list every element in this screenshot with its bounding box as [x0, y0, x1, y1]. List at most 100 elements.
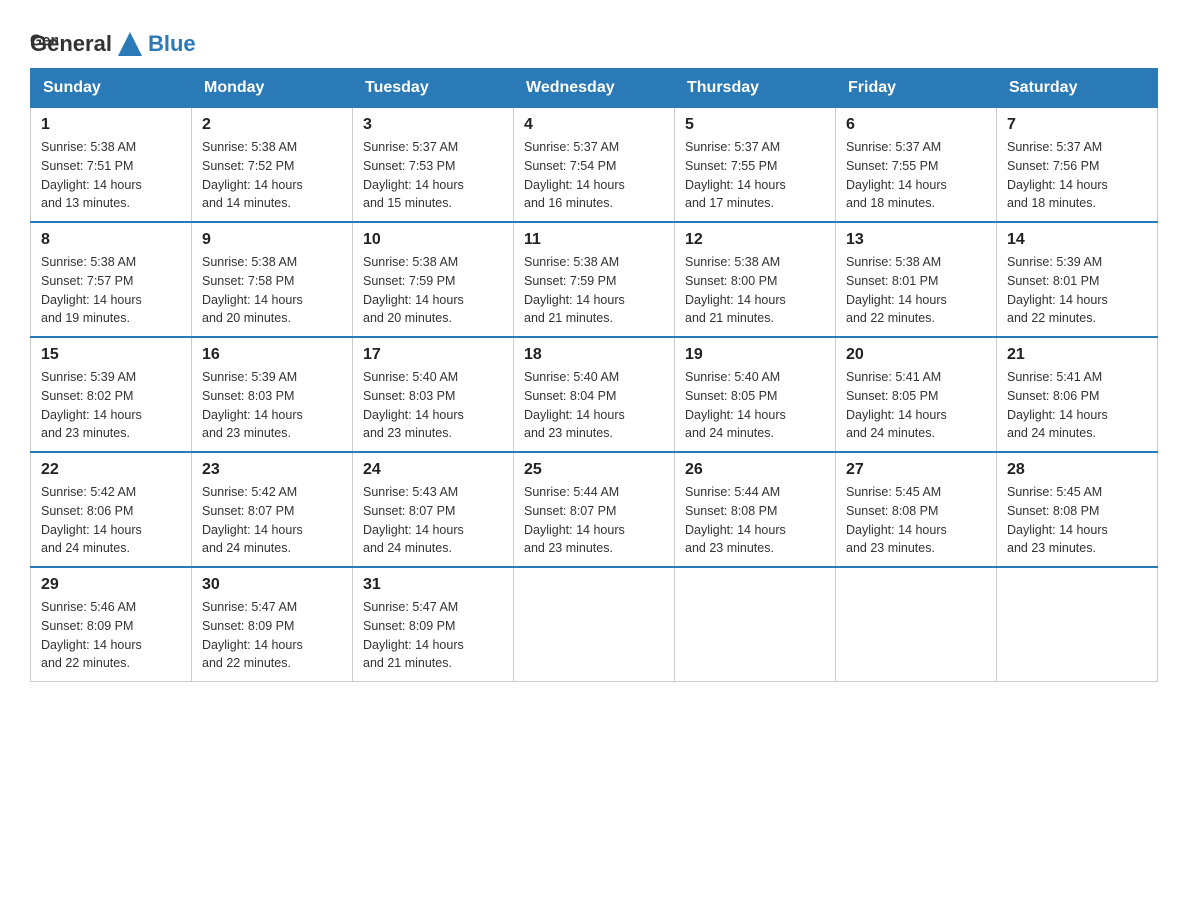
day-info: Sunrise: 5:38 AMSunset: 7:52 PMDaylight:… — [202, 138, 342, 213]
day-number: 18 — [524, 346, 664, 364]
calendar-cell: 8 Sunrise: 5:38 AMSunset: 7:57 PMDayligh… — [31, 222, 192, 337]
calendar-cell: 20 Sunrise: 5:41 AMSunset: 8:05 PMDaylig… — [836, 337, 997, 452]
weekday-header-wednesday: Wednesday — [514, 69, 675, 108]
day-number: 9 — [202, 231, 342, 249]
calendar-cell: 10 Sunrise: 5:38 AMSunset: 7:59 PMDaylig… — [353, 222, 514, 337]
day-info: Sunrise: 5:40 AMSunset: 8:04 PMDaylight:… — [524, 368, 664, 443]
day-info: Sunrise: 5:42 AMSunset: 8:07 PMDaylight:… — [202, 483, 342, 558]
day-number: 30 — [202, 576, 342, 594]
day-number: 16 — [202, 346, 342, 364]
calendar-cell: 30 Sunrise: 5:47 AMSunset: 8:09 PMDaylig… — [192, 567, 353, 682]
week-row-1: 1 Sunrise: 5:38 AMSunset: 7:51 PMDayligh… — [31, 108, 1158, 223]
calendar-cell: 24 Sunrise: 5:43 AMSunset: 8:07 PMDaylig… — [353, 452, 514, 567]
calendar-table: SundayMondayTuesdayWednesdayThursdayFrid… — [30, 68, 1158, 682]
day-info: Sunrise: 5:38 AMSunset: 7:59 PMDaylight:… — [524, 253, 664, 328]
day-info: Sunrise: 5:38 AMSunset: 8:00 PMDaylight:… — [685, 253, 825, 328]
day-number: 20 — [846, 346, 986, 364]
day-number: 1 — [41, 116, 181, 134]
calendar-cell: 3 Sunrise: 5:37 AMSunset: 7:53 PMDayligh… — [353, 108, 514, 223]
calendar-cell — [836, 567, 997, 682]
day-info: Sunrise: 5:37 AMSunset: 7:53 PMDaylight:… — [363, 138, 503, 213]
weekday-header-monday: Monday — [192, 69, 353, 108]
weekday-header-saturday: Saturday — [997, 69, 1158, 108]
week-row-5: 29 Sunrise: 5:46 AMSunset: 8:09 PMDaylig… — [31, 567, 1158, 682]
day-number: 11 — [524, 231, 664, 249]
day-number: 19 — [685, 346, 825, 364]
calendar-cell: 27 Sunrise: 5:45 AMSunset: 8:08 PMDaylig… — [836, 452, 997, 567]
calendar-cell: 5 Sunrise: 5:37 AMSunset: 7:55 PMDayligh… — [675, 108, 836, 223]
logo-triangle-icon — [114, 28, 146, 60]
day-info: Sunrise: 5:38 AMSunset: 7:51 PMDaylight:… — [41, 138, 181, 213]
day-info: Sunrise: 5:45 AMSunset: 8:08 PMDaylight:… — [846, 483, 986, 558]
day-number: 28 — [1007, 461, 1147, 479]
calendar-cell: 11 Sunrise: 5:38 AMSunset: 7:59 PMDaylig… — [514, 222, 675, 337]
day-info: Sunrise: 5:38 AMSunset: 7:57 PMDaylight:… — [41, 253, 181, 328]
day-info: Sunrise: 5:42 AMSunset: 8:06 PMDaylight:… — [41, 483, 181, 558]
day-info: Sunrise: 5:37 AMSunset: 7:55 PMDaylight:… — [846, 138, 986, 213]
day-info: Sunrise: 5:44 AMSunset: 8:07 PMDaylight:… — [524, 483, 664, 558]
day-number: 4 — [524, 116, 664, 134]
calendar-cell: 17 Sunrise: 5:40 AMSunset: 8:03 PMDaylig… — [353, 337, 514, 452]
page-header: General — [30, 20, 1158, 58]
calendar-cell: 14 Sunrise: 5:39 AMSunset: 8:01 PMDaylig… — [997, 222, 1158, 337]
weekday-header-thursday: Thursday — [675, 69, 836, 108]
calendar-cell: 16 Sunrise: 5:39 AMSunset: 8:03 PMDaylig… — [192, 337, 353, 452]
day-info: Sunrise: 5:46 AMSunset: 8:09 PMDaylight:… — [41, 598, 181, 673]
calendar-cell: 4 Sunrise: 5:37 AMSunset: 7:54 PMDayligh… — [514, 108, 675, 223]
day-number: 7 — [1007, 116, 1147, 134]
day-number: 13 — [846, 231, 986, 249]
week-row-2: 8 Sunrise: 5:38 AMSunset: 7:57 PMDayligh… — [31, 222, 1158, 337]
calendar-cell — [514, 567, 675, 682]
day-info: Sunrise: 5:37 AMSunset: 7:54 PMDaylight:… — [524, 138, 664, 213]
logo-container: General Blue — [30, 28, 196, 60]
calendar-cell — [675, 567, 836, 682]
weekday-header-sunday: Sunday — [31, 69, 192, 108]
day-info: Sunrise: 5:47 AMSunset: 8:09 PMDaylight:… — [363, 598, 503, 673]
day-info: Sunrise: 5:39 AMSunset: 8:01 PMDaylight:… — [1007, 253, 1147, 328]
week-row-4: 22 Sunrise: 5:42 AMSunset: 8:06 PMDaylig… — [31, 452, 1158, 567]
day-info: Sunrise: 5:47 AMSunset: 8:09 PMDaylight:… — [202, 598, 342, 673]
logo-general: General — [30, 31, 112, 57]
day-info: Sunrise: 5:45 AMSunset: 8:08 PMDaylight:… — [1007, 483, 1147, 558]
day-info: Sunrise: 5:38 AMSunset: 7:59 PMDaylight:… — [363, 253, 503, 328]
calendar-cell: 6 Sunrise: 5:37 AMSunset: 7:55 PMDayligh… — [836, 108, 997, 223]
day-number: 12 — [685, 231, 825, 249]
day-number: 8 — [41, 231, 181, 249]
day-number: 22 — [41, 461, 181, 479]
day-info: Sunrise: 5:39 AMSunset: 8:02 PMDaylight:… — [41, 368, 181, 443]
day-info: Sunrise: 5:43 AMSunset: 8:07 PMDaylight:… — [363, 483, 503, 558]
calendar-cell: 13 Sunrise: 5:38 AMSunset: 8:01 PMDaylig… — [836, 222, 997, 337]
day-info: Sunrise: 5:40 AMSunset: 8:03 PMDaylight:… — [363, 368, 503, 443]
day-number: 3 — [363, 116, 503, 134]
calendar-cell: 28 Sunrise: 5:45 AMSunset: 8:08 PMDaylig… — [997, 452, 1158, 567]
day-info: Sunrise: 5:37 AMSunset: 7:56 PMDaylight:… — [1007, 138, 1147, 213]
day-info: Sunrise: 5:37 AMSunset: 7:55 PMDaylight:… — [685, 138, 825, 213]
calendar-cell: 29 Sunrise: 5:46 AMSunset: 8:09 PMDaylig… — [31, 567, 192, 682]
calendar-cell: 12 Sunrise: 5:38 AMSunset: 8:00 PMDaylig… — [675, 222, 836, 337]
day-number: 6 — [846, 116, 986, 134]
day-number: 14 — [1007, 231, 1147, 249]
day-number: 21 — [1007, 346, 1147, 364]
calendar-cell: 19 Sunrise: 5:40 AMSunset: 8:05 PMDaylig… — [675, 337, 836, 452]
day-number: 27 — [846, 461, 986, 479]
calendar-cell: 31 Sunrise: 5:47 AMSunset: 8:09 PMDaylig… — [353, 567, 514, 682]
calendar-cell: 15 Sunrise: 5:39 AMSunset: 8:02 PMDaylig… — [31, 337, 192, 452]
day-info: Sunrise: 5:44 AMSunset: 8:08 PMDaylight:… — [685, 483, 825, 558]
day-info: Sunrise: 5:41 AMSunset: 8:05 PMDaylight:… — [846, 368, 986, 443]
calendar-cell: 25 Sunrise: 5:44 AMSunset: 8:07 PMDaylig… — [514, 452, 675, 567]
weekday-header-tuesday: Tuesday — [353, 69, 514, 108]
day-info: Sunrise: 5:38 AMSunset: 8:01 PMDaylight:… — [846, 253, 986, 328]
day-number: 31 — [363, 576, 503, 594]
day-number: 24 — [363, 461, 503, 479]
day-info: Sunrise: 5:39 AMSunset: 8:03 PMDaylight:… — [202, 368, 342, 443]
calendar-cell — [997, 567, 1158, 682]
calendar-cell: 7 Sunrise: 5:37 AMSunset: 7:56 PMDayligh… — [997, 108, 1158, 223]
week-row-3: 15 Sunrise: 5:39 AMSunset: 8:02 PMDaylig… — [31, 337, 1158, 452]
calendar-cell: 18 Sunrise: 5:40 AMSunset: 8:04 PMDaylig… — [514, 337, 675, 452]
calendar-cell: 23 Sunrise: 5:42 AMSunset: 8:07 PMDaylig… — [192, 452, 353, 567]
day-number: 26 — [685, 461, 825, 479]
day-number: 5 — [685, 116, 825, 134]
day-number: 15 — [41, 346, 181, 364]
calendar-cell: 2 Sunrise: 5:38 AMSunset: 7:52 PMDayligh… — [192, 108, 353, 223]
calendar-cell: 21 Sunrise: 5:41 AMSunset: 8:06 PMDaylig… — [997, 337, 1158, 452]
